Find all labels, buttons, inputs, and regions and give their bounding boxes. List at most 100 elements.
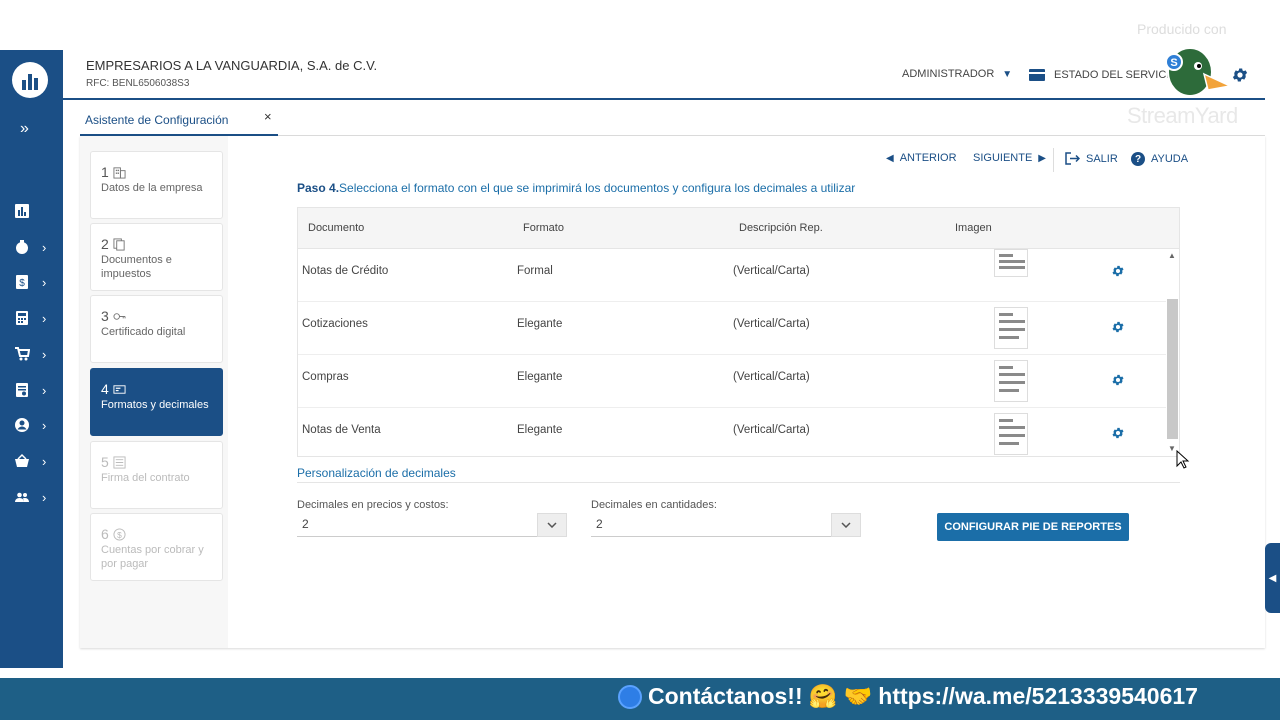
step-title-text: Selecciona el formato con el que se impr… (339, 181, 856, 195)
app-logo[interactable] (12, 62, 48, 98)
chevron-right-icon: › (42, 382, 47, 398)
table-row[interactable]: Notas de Venta Elegante (Vertical/Carta) (298, 408, 1166, 461)
copy-icon (113, 237, 125, 251)
money-bag-icon (14, 239, 30, 255)
streamyard-duck-logo: S (1165, 47, 1232, 97)
price-decimals-label: Decimales en precios y costos: (297, 499, 449, 511)
step-5[interactable]: 5 Firma del contrato (90, 441, 223, 509)
step-4-active[interactable]: 4 Formatos y decimales (90, 368, 223, 436)
row-settings-gear-icon[interactable] (1111, 426, 1125, 440)
caret-down-icon: ▼ (1002, 68, 1013, 80)
rail-item-sales[interactable]: › (14, 236, 54, 258)
basket-icon (14, 453, 30, 469)
exit-button[interactable]: SALIR (1065, 152, 1118, 165)
cell-formato: Elegante (517, 371, 563, 383)
chevron-right-icon: › (42, 417, 47, 433)
app-header: EMPRESARIOS A LA VANGUARDIA, S.A. de C.V… (63, 50, 1265, 100)
svg-text:$: $ (117, 529, 122, 539)
chevron-down-icon[interactable] (537, 513, 567, 537)
next-label: SIGUIENTE (973, 152, 1033, 164)
format-preview-image[interactable] (994, 249, 1028, 277)
step-number: 1 (101, 164, 109, 180)
configure-report-footer-button[interactable]: CONFIGURAR PIE DE REPORTES (937, 513, 1129, 541)
caret-left-icon: ◀ (886, 152, 894, 164)
mouse-cursor-icon (1176, 450, 1190, 469)
step-3[interactable]: 3 Certificado digital (90, 295, 223, 363)
side-panel-toggle[interactable]: ◀ (1265, 543, 1280, 613)
previous-button[interactable]: ◀ ANTERIOR (886, 152, 957, 164)
select-value: 2 (302, 517, 309, 531)
admin-menu[interactable]: ADMINISTRADOR ▼ (902, 68, 1012, 80)
step-6[interactable]: 6 $ Cuentas por cobrar y por pagar (90, 513, 223, 581)
format-preview-image[interactable] (994, 413, 1028, 455)
company-rfc: RFC: BENL6506038S3 (86, 78, 190, 89)
chevron-down-icon[interactable] (831, 513, 861, 537)
divider (297, 482, 1180, 483)
cell-documento: Notas de Venta (302, 424, 381, 436)
row-settings-gear-icon[interactable] (1111, 264, 1125, 278)
scroll-down-icon[interactable]: ▼ (1168, 444, 1176, 453)
row-settings-gear-icon[interactable] (1111, 373, 1125, 387)
column-header: Documento (308, 222, 365, 234)
wizard-steps: 1 Datos de la empresa 2 Documentos e imp… (80, 136, 228, 648)
settings-gear-icon[interactable] (1231, 66, 1249, 84)
rail-item-dashboard[interactable] (14, 200, 54, 222)
banner-emojis: 🤗 🤝 (808, 683, 873, 709)
rail-item-team[interactable]: › (14, 486, 54, 508)
format-preview-image[interactable] (994, 360, 1028, 402)
step-label: Cuentas por cobrar y por pagar (101, 544, 204, 570)
expand-menu-icon[interactable]: » (20, 120, 29, 138)
next-button[interactable]: SIGUIENTE ▶ (973, 152, 1046, 164)
cell-documento: Notas de Crédito (302, 265, 389, 277)
cart-icon (14, 346, 30, 362)
service-status-button[interactable]: ESTADO DEL SERVICIO (1029, 69, 1178, 81)
rail-item-basket[interactable]: › (14, 450, 54, 472)
previous-label: ANTERIOR (899, 152, 957, 164)
nav-divider (1053, 148, 1054, 172)
step-number: 5 (101, 454, 109, 470)
list-icon (113, 455, 126, 469)
credit-card-icon (1029, 69, 1045, 81)
step-2[interactable]: 2 Documentos e impuestos (90, 223, 223, 291)
help-button[interactable]: ? AYUDA (1131, 152, 1188, 166)
rail-item-shopping[interactable]: › (14, 343, 54, 365)
quantity-decimals-select[interactable]: 2 (591, 513, 861, 537)
scroll-up-icon[interactable]: ▲ (1168, 251, 1176, 260)
whatsapp-link[interactable]: https://wa.me/5213339540617 (878, 683, 1198, 710)
table-row[interactable]: Cotizaciones Elegante (Vertical/Carta) (298, 302, 1166, 355)
svg-text:S: S (1170, 57, 1177, 69)
cell-descripcion: (Vertical/Carta) (733, 371, 810, 383)
banner-contact: Contáctanos!! (648, 683, 803, 709)
price-decimals-select[interactable]: 2 (297, 513, 567, 537)
rail-item-billing[interactable]: $ › (14, 271, 54, 293)
scrollbar-thumb[interactable] (1167, 299, 1178, 439)
cell-descripcion: (Vertical/Carta) (733, 424, 810, 436)
rail-item-users[interactable]: › (14, 414, 54, 436)
tab-config-wizard[interactable]: Asistente de Configuración × (80, 104, 278, 136)
rail-item-reports[interactable]: › (14, 379, 54, 401)
column-header: Descripción Rep. (739, 222, 823, 234)
company-name: EMPRESARIOS A LA VANGUARDIA, S.A. de C.V… (86, 58, 378, 73)
chevron-right-icon: › (42, 453, 47, 469)
cell-formato: Elegante (517, 318, 563, 330)
invoice-dollar-icon: $ (14, 274, 30, 290)
column-header: Imagen (955, 222, 992, 234)
step-1[interactable]: 1 Datos de la empresa (90, 151, 223, 219)
row-settings-gear-icon[interactable] (1111, 320, 1125, 334)
close-icon[interactable]: × (264, 109, 272, 124)
table-row[interactable]: Notas de Crédito Formal (Vertical/Carta) (298, 249, 1166, 302)
step-title: Paso 4.Selecciona el formato con el que … (297, 181, 855, 195)
card-icon (113, 384, 126, 394)
exit-icon (1065, 152, 1080, 165)
admin-label: ADMINISTRADOR (902, 68, 995, 80)
exit-label: SALIR (1086, 152, 1118, 165)
format-preview-image[interactable] (994, 307, 1028, 349)
step-number: 3 (101, 308, 109, 324)
tab-label: Asistente de Configuración (85, 113, 229, 127)
table-row[interactable]: Compras Elegante (Vertical/Carta) (298, 355, 1166, 408)
streamyard-produced-label: Producido con (1137, 21, 1227, 37)
cell-descripcion: (Vertical/Carta) (733, 265, 810, 277)
step-title-bold: Paso 4. (297, 181, 340, 195)
rail-item-calculator[interactable]: › (14, 307, 54, 329)
table-scrollbar[interactable]: ▲ ▼ (1166, 249, 1179, 456)
